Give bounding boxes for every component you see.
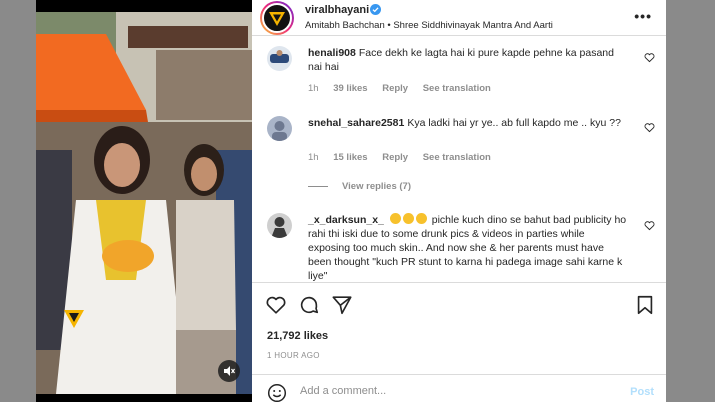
comment-text: _x_darksun_x_ pichle kuch dino se bahut … bbox=[308, 213, 628, 282]
commenter-avatar[interactable] bbox=[267, 46, 292, 71]
view-replies-button[interactable]: View replies (7) bbox=[308, 181, 411, 192]
post-header: viralbhayani Amitabh Bachchan • Shree Si… bbox=[252, 0, 666, 36]
mute-icon[interactable] bbox=[218, 360, 240, 382]
view-replies-label: View replies (7) bbox=[342, 181, 411, 192]
comment-text: snehal_sahare2581 Kya ladki hai yr ye.. a… bbox=[308, 116, 628, 130]
audio-attribution[interactable]: Amitabh Bachchan • Shree Siddhivinayak M… bbox=[305, 20, 553, 31]
likes-count[interactable]: 21,792 likes bbox=[267, 330, 328, 342]
comment-username[interactable]: _x_darksun_x_ bbox=[308, 214, 384, 226]
comment-meta: 1h 39 likes Reply See translation bbox=[308, 83, 503, 94]
comment-like-icon[interactable] bbox=[644, 220, 655, 231]
post-video[interactable] bbox=[36, 0, 252, 402]
author-username[interactable]: viralbhayani bbox=[305, 4, 369, 16]
reply-button[interactable]: Reply bbox=[382, 152, 408, 163]
bookmark-icon[interactable] bbox=[634, 294, 656, 316]
heart-icon[interactable] bbox=[265, 294, 287, 316]
comment-composer: Post bbox=[252, 374, 666, 402]
more-options-icon[interactable]: ••• bbox=[634, 8, 652, 24]
commenter-avatar[interactable] bbox=[267, 213, 292, 238]
comment-time: 1h bbox=[308, 83, 319, 94]
laughing-emoji-icon bbox=[389, 213, 429, 226]
video-frame bbox=[36, 0, 252, 402]
comment-username[interactable]: henali908 bbox=[308, 47, 356, 59]
author-avatar[interactable] bbox=[260, 1, 294, 35]
send-icon[interactable] bbox=[331, 294, 353, 316]
comment-likes[interactable]: 39 likes bbox=[333, 83, 367, 94]
verified-badge-icon bbox=[370, 4, 381, 15]
see-translation-button[interactable]: See translation bbox=[423, 83, 491, 94]
comment-username[interactable]: snehal_sahare2581 bbox=[308, 117, 404, 129]
comment-time: 1h bbox=[308, 152, 319, 163]
post-details-panel: viralbhayani Amitabh Bachchan • Shree Si… bbox=[252, 0, 666, 402]
post-actions: 21,792 likes 1 HOUR AGO bbox=[252, 282, 666, 374]
comment-like-icon[interactable] bbox=[644, 122, 655, 133]
comment-icon[interactable] bbox=[298, 294, 320, 316]
comment-content: Kya ladki hai yr ye.. ab full kapdo me .… bbox=[407, 117, 621, 129]
instagram-post: viralbhayani Amitabh Bachchan • Shree Si… bbox=[36, 0, 666, 402]
comment-like-icon[interactable] bbox=[644, 52, 655, 63]
comment-meta: 1h 15 likes Reply See translation bbox=[308, 152, 503, 163]
emoji-icon[interactable] bbox=[267, 383, 287, 402]
viral-bhayani-logo bbox=[62, 306, 86, 330]
comment-likes[interactable]: 15 likes bbox=[333, 152, 367, 163]
commenter-avatar[interactable] bbox=[267, 116, 292, 141]
see-translation-button[interactable]: See translation bbox=[423, 152, 491, 163]
viral-bhayani-logo-icon bbox=[269, 12, 285, 26]
comment-input[interactable] bbox=[300, 385, 600, 397]
reply-button[interactable]: Reply bbox=[382, 83, 408, 94]
post-timestamp: 1 HOUR AGO bbox=[267, 351, 320, 360]
replies-divider bbox=[308, 185, 328, 187]
comment-text: henali908 Face dekh ke lagta hai ki pure … bbox=[308, 46, 628, 74]
post-button[interactable]: Post bbox=[630, 386, 654, 398]
comments-list[interactable]: henali908 Face dekh ke lagta hai ki pure … bbox=[252, 36, 666, 282]
screenshot-stage: viralbhayani Amitabh Bachchan • Shree Si… bbox=[0, 0, 715, 402]
